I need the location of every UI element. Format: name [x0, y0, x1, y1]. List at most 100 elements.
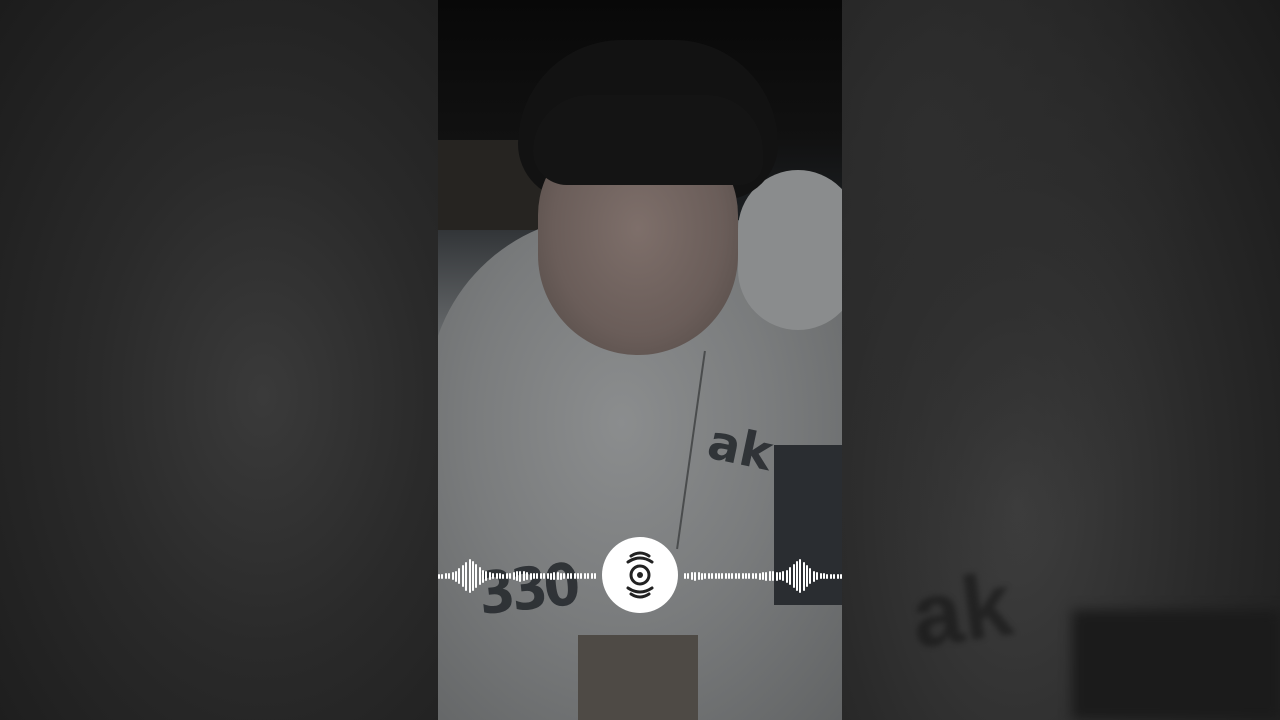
waveform-bar	[495, 573, 498, 579]
vinyl-disc-graphic	[626, 551, 654, 599]
waveform-bar	[734, 573, 737, 579]
waveform-bar	[704, 573, 707, 579]
waveform-bar	[687, 573, 690, 579]
waveform-bar	[812, 570, 815, 582]
waveform-bar	[543, 573, 546, 579]
waveform-bar	[731, 573, 734, 579]
right-blur-panel: ak	[842, 0, 1280, 720]
waveform-bar	[717, 573, 720, 579]
waveform-bar	[441, 573, 444, 579]
waveform-bar	[515, 571, 518, 581]
waveform-bar	[745, 573, 748, 579]
waveform-bar	[697, 572, 700, 580]
waveform-bar	[694, 571, 697, 581]
waveform-bar	[785, 569, 788, 583]
waveform-bar	[478, 567, 481, 585]
waveform-bar	[775, 571, 778, 581]
waveform-bar	[839, 573, 842, 579]
waveform-bar	[765, 571, 768, 581]
waveform-bar	[778, 572, 781, 580]
waveform-bar	[570, 573, 573, 579]
waveform-bar	[802, 561, 805, 591]
waveform-bar	[728, 573, 731, 579]
waveform-bar	[522, 571, 525, 581]
waveform-bar	[556, 572, 559, 580]
waveform-bar	[833, 573, 836, 579]
waveform-bar	[809, 568, 812, 584]
vinyl-disc-icon[interactable]	[602, 537, 678, 613]
waveform-bar	[563, 573, 566, 579]
waveform-bar	[758, 572, 761, 580]
waveform-bar	[768, 571, 771, 581]
waveform-bar	[482, 569, 485, 583]
waveform-bar	[549, 572, 552, 580]
waveform-bar	[789, 567, 792, 585]
waveform-bar	[819, 573, 822, 579]
left-waveform	[438, 536, 598, 616]
waveform-bar	[580, 573, 583, 579]
waveform-bar	[505, 573, 508, 579]
waveform-bar	[792, 564, 795, 588]
waveform-bar	[782, 571, 785, 581]
waveform-bar	[502, 573, 505, 579]
waveform-bar	[707, 573, 710, 579]
waveform-bar	[485, 571, 488, 581]
waveform-bar	[560, 572, 563, 580]
waveform-bar	[587, 573, 590, 579]
waveform-bar	[590, 573, 593, 579]
waveform-bar	[700, 572, 703, 580]
raised-arm	[738, 170, 842, 330]
hoodie-pocket	[578, 635, 698, 720]
waveform-bar	[573, 573, 576, 579]
waveform-bar	[826, 573, 829, 579]
waveform-bar	[714, 573, 717, 579]
left-blur-panel	[0, 0, 438, 720]
waveform-bar	[536, 573, 539, 579]
waveform-bar	[772, 571, 775, 581]
waveform-bar	[444, 573, 447, 579]
audio-visualizer	[438, 536, 842, 616]
waveform-bar	[532, 573, 535, 579]
waveform-bar	[806, 565, 809, 587]
blurred-shirt-print: ak	[905, 554, 1019, 668]
blurred-shadow	[1072, 610, 1280, 720]
waveform-bar	[690, 572, 693, 580]
waveform-bar	[492, 573, 495, 579]
waveform-bar	[761, 572, 764, 580]
waveform-bar	[836, 573, 839, 579]
waveform-bar	[529, 572, 532, 580]
waveform-bar	[724, 573, 727, 579]
waveform-bar	[748, 573, 751, 579]
waveform-bar	[751, 573, 754, 579]
waveform-bar	[458, 568, 461, 584]
waveform-bar	[451, 572, 454, 580]
waveform-bar	[448, 573, 451, 579]
waveform-bar	[799, 559, 802, 593]
waveform-bar	[816, 572, 819, 580]
waveform-bar	[755, 573, 758, 579]
waveform-bar	[526, 572, 529, 580]
waveform-bar	[738, 573, 741, 579]
waveform-bar	[512, 572, 515, 580]
waveform-bar	[546, 573, 549, 579]
waveform-bar	[829, 573, 832, 579]
waveform-bar	[741, 573, 744, 579]
waveform-bar	[471, 561, 474, 591]
waveform-bar	[721, 573, 724, 579]
waveform-bar	[475, 564, 478, 588]
waveform-bar	[509, 573, 512, 579]
waveform-bar	[461, 565, 464, 587]
waveform-bar	[566, 573, 569, 579]
waveform-bar	[488, 572, 491, 580]
waveform-bar	[454, 570, 457, 582]
waveform-bar	[795, 561, 798, 591]
video-stage[interactable]: ak ak 330	[0, 0, 1280, 720]
hair-fringe	[533, 95, 763, 185]
waveform-bar	[468, 559, 471, 593]
waveform-bar	[593, 573, 596, 579]
waveform-bar	[519, 570, 522, 582]
waveform-bar	[465, 561, 468, 591]
waveform-bar	[684, 573, 686, 579]
waveform-bar	[499, 573, 502, 579]
waveform-bar	[823, 573, 826, 579]
